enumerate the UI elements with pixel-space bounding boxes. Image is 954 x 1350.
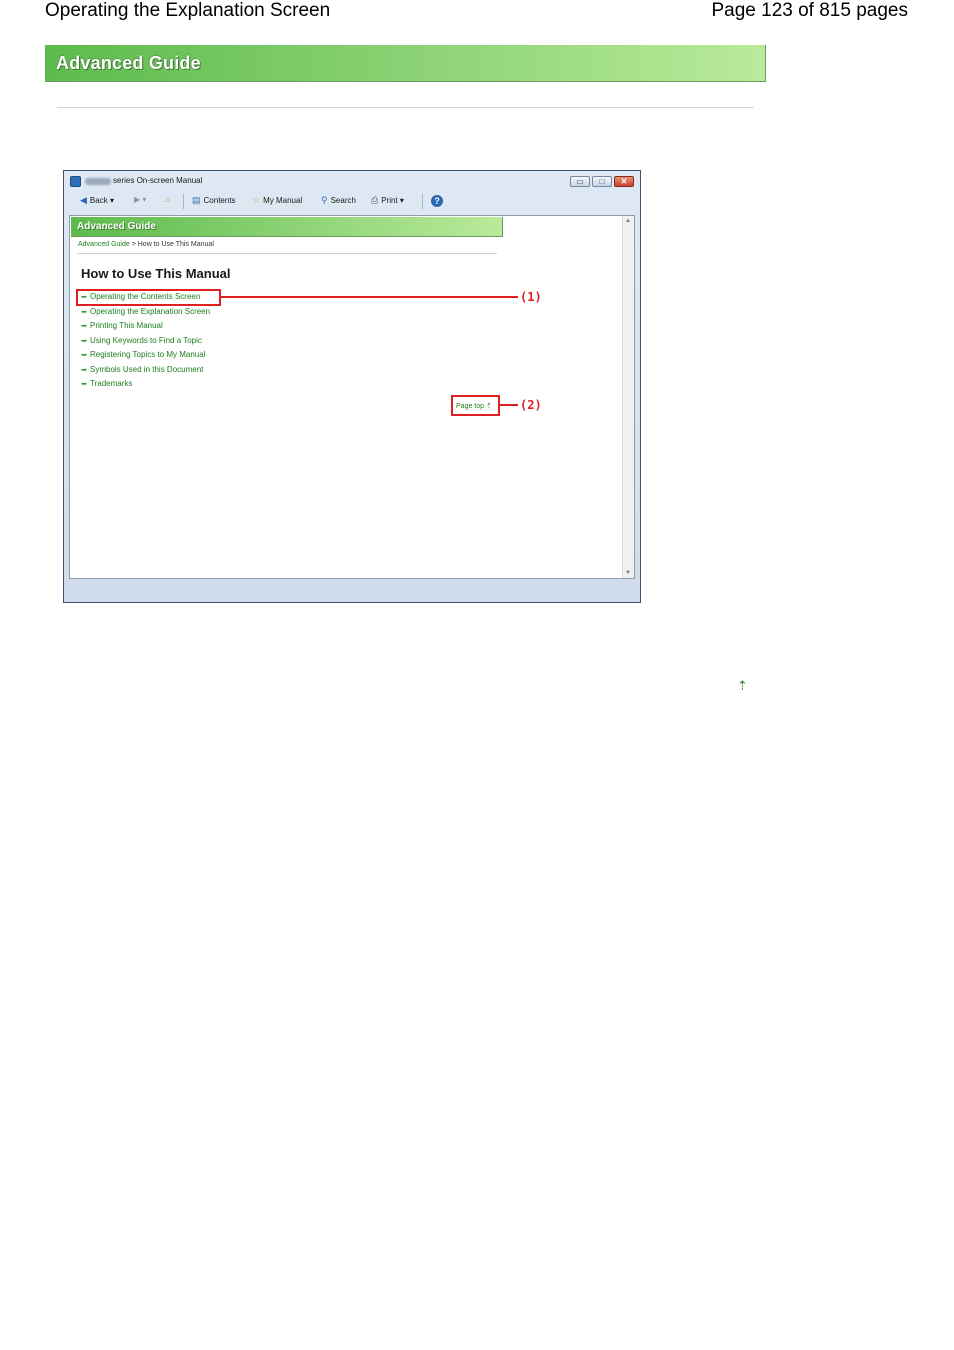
banner-label: Advanced Guide xyxy=(56,53,201,73)
manual-window-screenshot: series On-screen Manual ▭ □ ✕ ◀ Back ▾ ▶ … xyxy=(63,170,641,603)
arrow-icon: ➡ xyxy=(81,308,87,316)
back-button: ◀ Back ▾ xyxy=(80,195,114,205)
callout-box-contents xyxy=(76,289,221,306)
topic-link: ➡ Using Keywords to Find a Topic xyxy=(81,336,202,347)
scroll-up-icon: ▲ xyxy=(625,218,631,224)
manual-content-pane: Advanced Guide Advanced Guide > How to U… xyxy=(69,215,635,579)
inner-advanced-guide-banner: Advanced Guide xyxy=(71,217,503,237)
advanced-guide-banner: Advanced Guide xyxy=(45,45,766,82)
forward-button: ▶ ▾ xyxy=(134,195,147,204)
topic-link-label: Operating the Explanation Screen xyxy=(90,306,211,316)
document-title: Operating the Explanation Screen xyxy=(45,0,331,21)
my-manual-button: ☆ My Manual xyxy=(252,195,302,206)
breadcrumb-current: How to Use This Manual xyxy=(137,241,214,248)
topic-link-label: Printing This Manual xyxy=(90,321,163,330)
toolbar-separator xyxy=(183,194,184,209)
breadcrumb-separator: > xyxy=(129,241,138,248)
topic-link: ➡ Registering Topics to My Manual xyxy=(81,350,205,361)
window-toolbar: ◀ Back ▾ ▶ ▾ ⌂ ▤ Contents ☆ My Manual ⚲ Sear… xyxy=(66,191,638,212)
callout-label: (2) xyxy=(520,398,542,412)
my-manual-label: My Manual xyxy=(263,196,303,205)
callout-line xyxy=(221,296,518,298)
back-arrow-icon: ◀ xyxy=(80,195,87,205)
callout-box-page-top xyxy=(451,395,500,416)
search-icon: ⚲ xyxy=(321,195,328,205)
contents-button: ▤ Contents xyxy=(192,195,236,206)
printer-icon: ⎙ xyxy=(371,195,379,205)
page-counter: Page 123 of 815 pages xyxy=(711,0,908,21)
breadcrumb: Advanced Guide > How to Use This Manual xyxy=(78,241,214,248)
topic-link-label: Using Keywords to Find a Topic xyxy=(90,335,202,345)
arrow-icon: ➡ xyxy=(81,381,87,388)
topic-link: ➡ Symbols Used in this Document xyxy=(81,365,203,376)
contents-icon: ▤ xyxy=(192,195,201,205)
topic-link-label: Registering Topics to My Manual xyxy=(90,350,206,359)
back-label: Back xyxy=(89,196,108,205)
blurred-model-name xyxy=(85,178,111,185)
window-statusbar xyxy=(64,580,640,602)
topic-link: ➡ Printing This Manual xyxy=(81,321,163,332)
inner-page-title: How to Use This Manual xyxy=(81,266,231,281)
callout-label: (1) xyxy=(520,290,542,304)
arrow-icon: ➡ xyxy=(81,337,87,345)
scroll-down-icon: ▼ xyxy=(625,570,631,576)
print-label: Print xyxy=(381,196,398,205)
callout-line xyxy=(500,404,518,406)
help-icon: ? xyxy=(431,195,443,207)
toolbar-separator xyxy=(422,194,423,209)
minimize-button: ▭ xyxy=(570,176,590,187)
search-button: ⚲ Search xyxy=(321,195,356,206)
topic-link-label: Trademarks xyxy=(90,379,133,388)
divider xyxy=(57,107,754,108)
arrow-icon: ➡ xyxy=(81,366,87,374)
star-icon: ☆ xyxy=(252,195,261,205)
topic-link-label: Symbols Used in this Document xyxy=(90,364,204,374)
window-title: series On-screen Manual xyxy=(113,176,203,185)
home-icon: ⌂ xyxy=(165,195,170,204)
arrow-icon: ➡ xyxy=(81,323,87,330)
topic-link: ➡ Trademarks xyxy=(81,379,132,390)
inner-banner-label: Advanced Guide xyxy=(77,221,156,232)
inner-divider xyxy=(77,253,497,254)
close-button: ✕ xyxy=(614,176,634,187)
page-top-icon[interactable]: ⇡ xyxy=(737,678,748,694)
vertical-scrollbar: ▲ ▼ xyxy=(622,216,634,578)
search-label: Search xyxy=(330,196,356,205)
arrow-icon: ➡ xyxy=(81,352,87,359)
app-icon xyxy=(70,176,81,187)
contents-label: Contents xyxy=(203,196,236,205)
maximize-button: □ xyxy=(592,176,612,187)
breadcrumb-link: Advanced Guide xyxy=(78,241,130,248)
print-button: ⎙ Print ▾ xyxy=(371,195,404,205)
topic-link: ➡ Operating the Explanation Screen xyxy=(81,307,210,318)
window-titlebar: series On-screen Manual ▭ □ ✕ xyxy=(64,171,640,190)
